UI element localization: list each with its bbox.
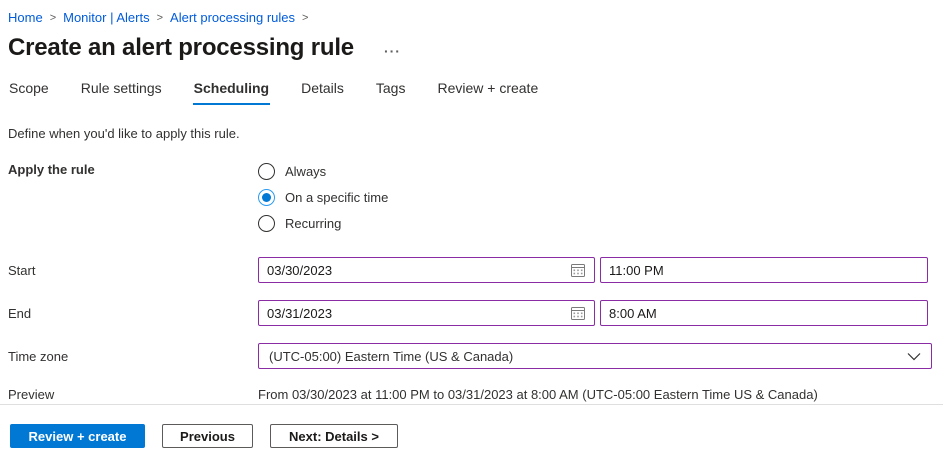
end-label: End [8, 300, 258, 321]
footer-divider [0, 404, 943, 405]
tab-bar: Scope Rule settings Scheduling Details T… [8, 78, 935, 105]
radio-always-label: Always [285, 164, 326, 179]
title-row: Create an alert processing rule ··· [8, 34, 935, 62]
next-details-button[interactable]: Next: Details > [270, 424, 398, 448]
calendar-icon[interactable] [564, 262, 586, 278]
start-fields [258, 257, 928, 283]
previous-button[interactable]: Previous [162, 424, 253, 448]
preview-label: Preview [8, 381, 258, 402]
radio-on-a-specific-time[interactable]: On a specific time [258, 184, 388, 210]
page-title: Create an alert processing rule [8, 34, 354, 62]
tab-scheduling[interactable]: Scheduling [193, 78, 270, 105]
chevron-right-icon: > [50, 11, 56, 24]
start-label: Start [8, 257, 258, 278]
radio-recurring[interactable]: Recurring [258, 210, 388, 236]
end-date-field[interactable] [258, 300, 595, 326]
preview-value: From 03/30/2023 at 11:00 PM to 03/31/202… [258, 381, 818, 402]
radio-icon [258, 163, 275, 180]
breadcrumb-home-link[interactable]: Home [8, 10, 43, 25]
preview-row: Preview From 03/30/2023 at 11:00 PM to 0… [8, 381, 935, 402]
radio-selected-icon [258, 189, 275, 206]
timezone-row: Time zone (UTC-05:00) Eastern Time (US &… [8, 343, 935, 369]
start-row: Start [8, 257, 935, 283]
apply-the-rule-row: Apply the rule Always On a specific time… [8, 158, 935, 236]
end-row: End [8, 300, 935, 326]
scheduling-form: Apply the rule Always On a specific time… [8, 158, 935, 402]
calendar-icon[interactable] [564, 305, 586, 321]
radio-on-a-specific-time-label: On a specific time [285, 190, 388, 205]
breadcrumb-alert-processing-rules-link[interactable]: Alert processing rules [170, 10, 295, 25]
footer-buttons: Review + create Previous Next: Details > [10, 424, 398, 448]
breadcrumb-monitor-alerts-link[interactable]: Monitor | Alerts [63, 10, 149, 25]
tab-scope[interactable]: Scope [8, 78, 50, 105]
ellipsis-menu-icon[interactable]: ··· [384, 38, 401, 58]
start-date-field[interactable] [258, 257, 595, 283]
radio-recurring-label: Recurring [285, 216, 341, 231]
end-time-input[interactable] [600, 300, 928, 326]
tab-details[interactable]: Details [300, 78, 345, 105]
chevron-down-icon [907, 352, 921, 361]
radio-always[interactable]: Always [258, 158, 388, 184]
end-fields [258, 300, 928, 326]
timezone-label: Time zone [8, 343, 258, 364]
create-alert-processing-rule-page: Home > Monitor | Alerts > Alert processi… [0, 0, 943, 456]
tab-tags[interactable]: Tags [375, 78, 407, 105]
review-create-button[interactable]: Review + create [10, 424, 145, 448]
apply-the-rule-radio-group: Always On a specific time Recurring [258, 158, 388, 236]
timezone-selected-value: (UTC-05:00) Eastern Time (US & Canada) [269, 349, 513, 364]
timezone-dropdown[interactable]: (UTC-05:00) Eastern Time (US & Canada) [258, 343, 932, 369]
end-date-input[interactable] [267, 302, 564, 324]
start-time-input[interactable] [600, 257, 928, 283]
tab-review-create[interactable]: Review + create [436, 78, 539, 105]
radio-icon [258, 215, 275, 232]
tab-rule-settings[interactable]: Rule settings [80, 78, 163, 105]
chevron-right-icon: > [302, 11, 308, 24]
apply-the-rule-label: Apply the rule [8, 158, 258, 177]
scheduling-description: Define when you'd like to apply this rul… [8, 126, 935, 141]
start-date-input[interactable] [267, 259, 564, 281]
breadcrumb: Home > Monitor | Alerts > Alert processi… [8, 10, 935, 25]
chevron-right-icon: > [157, 11, 163, 24]
